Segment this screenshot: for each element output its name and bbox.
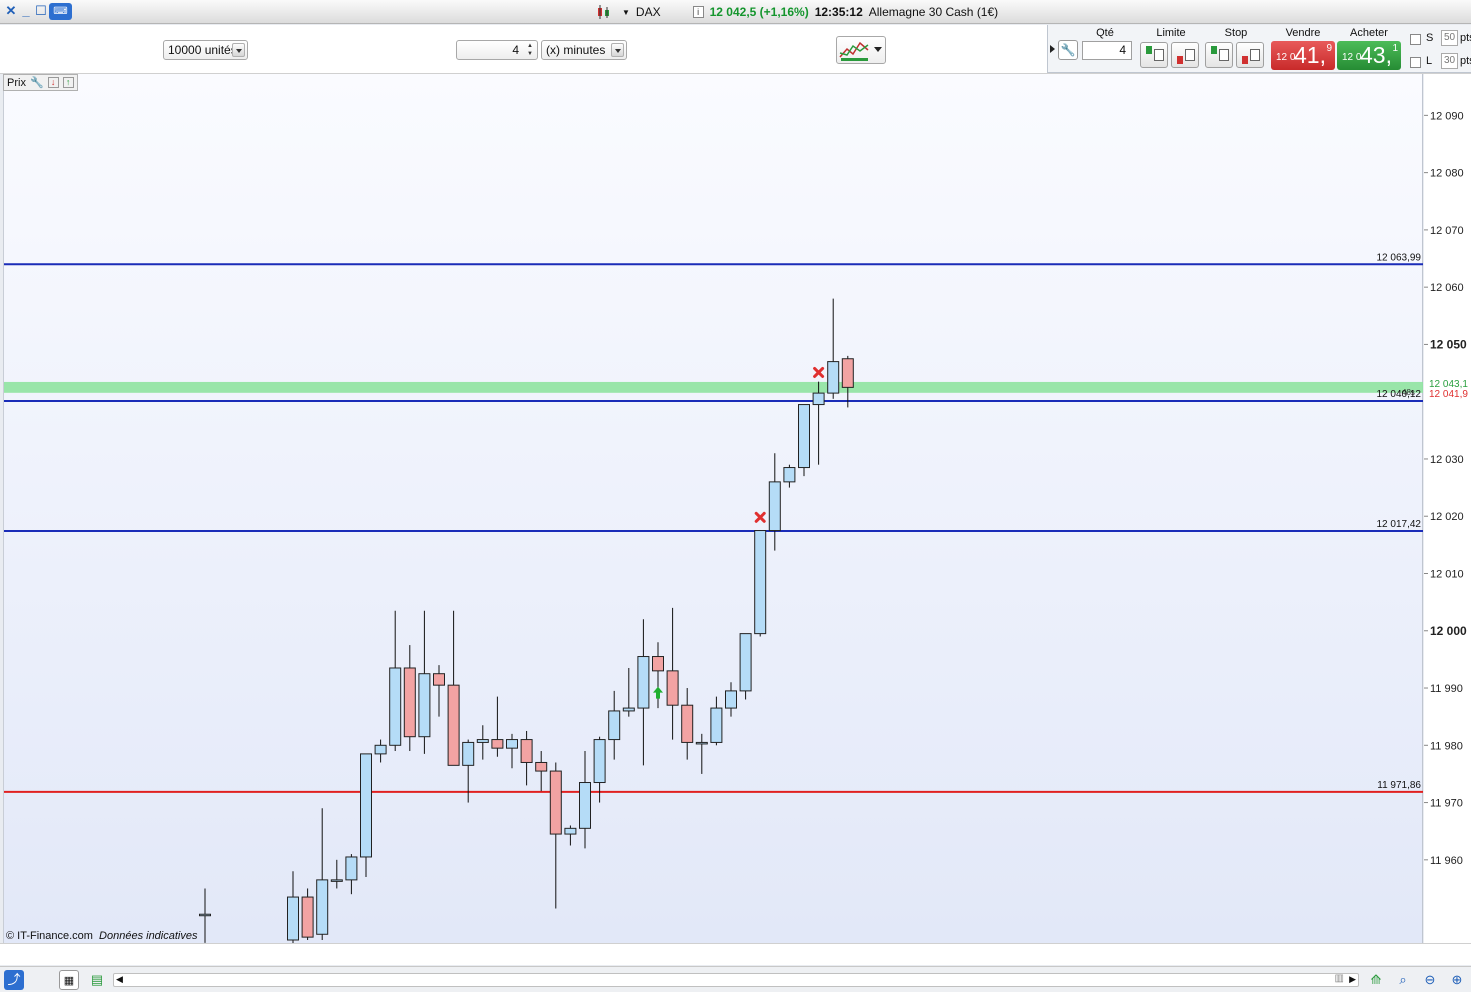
indicator-tag[interactable]: Prix 🔧 ↓ ↑ <box>3 74 78 91</box>
stop-loss-unit: pts <box>1460 32 1471 44</box>
period-input[interactable]: 4 ▲ ▼ <box>456 40 538 60</box>
stop-buy-button[interactable] <box>1205 42 1233 68</box>
wrench-icon[interactable]: 🔧 <box>1058 40 1078 60</box>
change-percent: (+1,16%) <box>759 5 809 19</box>
chart-area[interactable] <box>3 74 1423 943</box>
stop-loss-checkbox[interactable] <box>1410 34 1421 45</box>
collapse-icon[interactable] <box>1050 45 1055 53</box>
buy-button[interactable]: 12 0 43, 1 <box>1337 41 1401 70</box>
symbol-dropdown-icon[interactable]: ▼ <box>622 8 630 17</box>
zoom-out-icon[interactable]: ⊖ <box>1420 970 1440 990</box>
watermark-note: Données indicatives <box>99 930 198 942</box>
qty-label: Qté <box>1096 27 1114 39</box>
arrow-up-icon[interactable]: ↑ <box>62 77 74 88</box>
instrument-name: Allemagne 30 Cash (1€) <box>868 5 999 19</box>
wrench-icon[interactable]: 🔧 <box>30 76 44 89</box>
period-unit-value: (x) minutes <box>546 43 606 57</box>
chevron-down-icon[interactable] <box>611 43 624 57</box>
zoom-in-icon[interactable]: ⊕ <box>1447 970 1467 990</box>
limit-buy-button[interactable] <box>1140 42 1168 68</box>
units-select[interactable]: 10000 unités <box>163 40 248 60</box>
limit-unit: pts <box>1460 55 1471 67</box>
limit-label: Limite <box>1156 27 1186 39</box>
stop-loss-label: S <box>1426 32 1434 44</box>
chart-scrollbar[interactable]: ◀ ▥ ▶ <box>113 973 1359 987</box>
limit-checkbox[interactable] <box>1410 57 1421 68</box>
close-icon[interactable]: ✕ <box>4 4 18 18</box>
units-value: 10000 unités <box>168 43 237 57</box>
minimize-icon[interactable]: _ <box>19 4 33 18</box>
buy-price-sup: 1 <box>1392 43 1398 54</box>
scroll-right-icon[interactable]: ▶ <box>1349 974 1356 985</box>
period-stepper[interactable]: ▲ ▼ <box>524 42 536 58</box>
last-price: 12 042,5 <box>709 5 757 19</box>
buy-label: Acheter <box>1350 27 1388 39</box>
grid-icon[interactable]: ▤ <box>87 970 107 990</box>
sell-label: Vendre <box>1285 27 1321 39</box>
watermark: © IT-Finance.com Données indicatives <box>6 930 197 942</box>
limit-sell-button[interactable] <box>1171 42 1199 68</box>
buy-price-main: 43, <box>1360 42 1392 68</box>
stop-loss-points-input[interactable]: 50 <box>1441 30 1458 46</box>
trade-panel: 🔧 Qté 4 Limite Stop Vendre 12 0 41, 9 Ac… <box>1047 25 1471 73</box>
info-icon[interactable]: i <box>692 6 704 18</box>
title-bar: ✕ _ ☐ ⌨ ▼ DAX i 12 042,5 (+1,16%) 12:35:… <box>0 0 1471 24</box>
price-change: 12 042,5 (+1,16%) <box>710 5 809 19</box>
share-icon[interactable]: ⤴ <box>4 970 24 990</box>
sell-price-main: 41, <box>1294 42 1326 68</box>
maximize-icon[interactable]: ☐ <box>34 4 48 18</box>
keyboard-icon[interactable]: ⌨ <box>49 3 72 20</box>
limit-label-short: L <box>1426 55 1433 67</box>
limit-points-input[interactable]: 30 <box>1441 53 1458 69</box>
indicators-icon[interactable]: ⟰ <box>1366 970 1386 990</box>
sell-price-prefix: 12 0 <box>1276 52 1296 63</box>
clock-time: 12:35:12 <box>814 5 863 19</box>
candlestick-icon[interactable] <box>596 4 616 20</box>
buy-price-prefix: 12 0 <box>1342 52 1362 63</box>
watermark-brand: © IT-Finance.com <box>6 930 93 942</box>
period-value: 4 <box>512 43 519 57</box>
time-axis[interactable] <box>0 943 1471 965</box>
stop-sell-button[interactable] <box>1236 42 1264 68</box>
bottom-toolbar: ⤴ ▦ ▤ ◀ ▥ ▶ ⟰ ⌕ ⊖ ⊕ <box>0 966 1471 992</box>
scroll-left-icon[interactable]: ◀ <box>116 974 123 985</box>
sell-price-sup: 9 <box>1326 43 1332 54</box>
chevron-down-icon[interactable] <box>232 43 245 57</box>
chart-type-icon <box>839 41 869 61</box>
price-axis[interactable] <box>1424 74 1471 943</box>
stop-label: Stop <box>1224 27 1248 39</box>
chart-type-button[interactable] <box>836 36 886 64</box>
sell-button[interactable]: 12 0 41, 9 <box>1271 41 1335 70</box>
arrow-down-icon[interactable]: ↓ <box>47 77 59 88</box>
chevron-down-icon[interactable] <box>874 47 882 52</box>
title-info: ▼ DAX i 12 042,5 (+1,16%) 12:35:12 Allem… <box>596 4 998 20</box>
zoom-fit-icon[interactable]: ⌕ <box>1393 970 1413 990</box>
symbol-name[interactable]: DAX <box>636 5 661 19</box>
qty-input[interactable]: 4 <box>1082 41 1132 60</box>
indicator-label: Prix <box>7 76 26 89</box>
period-unit-select[interactable]: (x) minutes <box>541 40 627 60</box>
calculator-icon[interactable]: ▦ <box>59 970 79 990</box>
scroll-thumb[interactable]: ▥ <box>1335 973 1344 984</box>
